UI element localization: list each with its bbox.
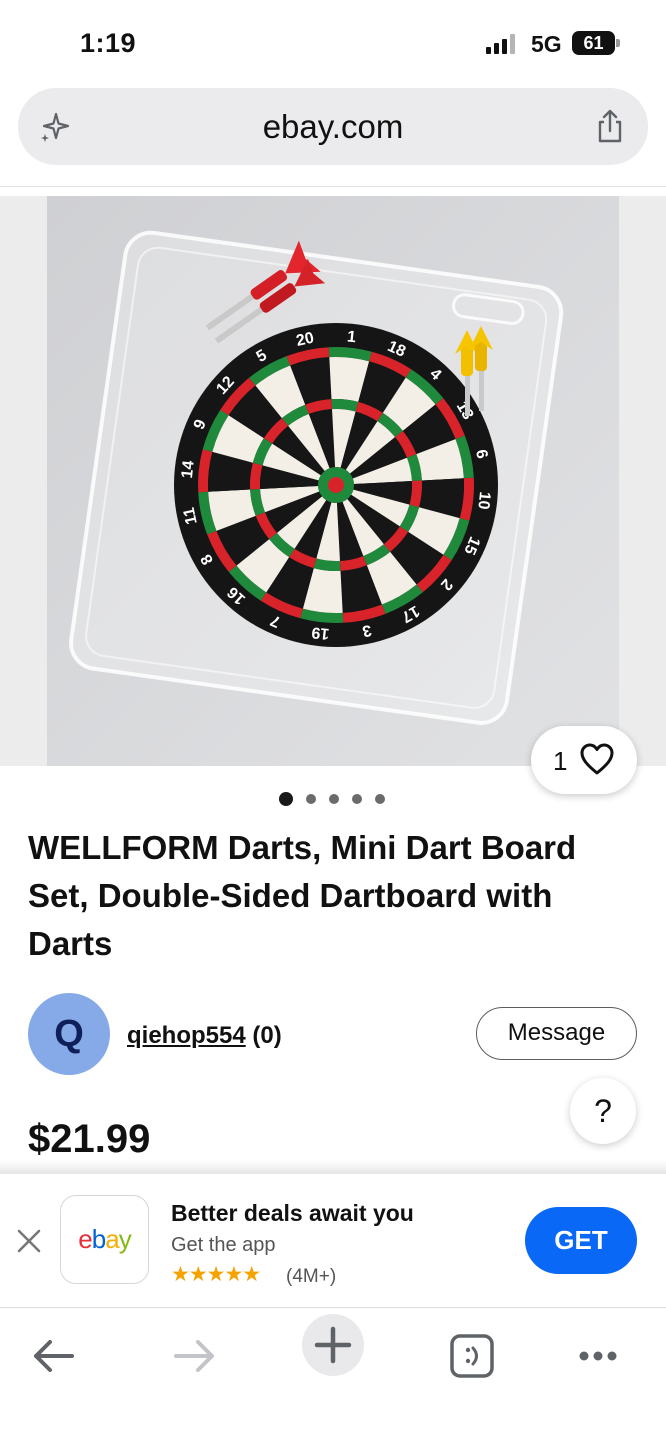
forward-arrow-icon[interactable] — [164, 1326, 224, 1386]
banner-subtitle: Get the app — [171, 1234, 276, 1256]
seller-name-link[interactable]: qiehop554 — [127, 1022, 246, 1049]
address-bar[interactable]: ebay.com — [18, 88, 648, 165]
banner-shadow — [0, 1160, 666, 1174]
heart-icon — [580, 743, 614, 775]
image-gallery[interactable]: 20 1 18 4 13 6 10 15 2 17 3 19 7 16 8 11 14 9 12 5 — [0, 196, 666, 766]
network-label: 5G — [531, 31, 562, 57]
pagination-dot[interactable] — [306, 794, 316, 804]
close-icon[interactable] — [16, 1228, 42, 1254]
pagination-dot[interactable] — [352, 794, 362, 804]
seller-feedback: (0) — [252, 1022, 282, 1049]
board-number: 14 — [179, 460, 198, 480]
status-bar: 1:19 5G 61 — [0, 0, 666, 88]
ebay-logo: ebay — [60, 1195, 149, 1284]
banner-title: Better deals await you — [171, 1200, 414, 1226]
board-number: 10 — [474, 491, 493, 511]
status-time: 1:19 — [80, 28, 137, 58]
help-button[interactable]: ? — [570, 1078, 636, 1144]
battery-cap — [616, 39, 620, 47]
product-image[interactable]: 20 1 18 4 13 6 10 15 2 17 3 19 7 16 8 11 14 9 12 5 — [47, 196, 619, 766]
share-icon[interactable] — [594, 108, 626, 144]
board-number: 11 — [181, 506, 201, 526]
rating-count: (4M+) — [286, 1266, 337, 1287]
bullseye — [328, 477, 344, 493]
browser-toolbar — [0, 1308, 666, 1440]
seller-info: qiehop554 (0) — [127, 1022, 282, 1050]
divider — [0, 186, 666, 187]
rating-stars: ★★★★★ — [171, 1263, 261, 1286]
logo-letter: b — [91, 1224, 107, 1254]
battery-icon: 61 — [572, 31, 620, 55]
signal-icon — [486, 34, 515, 54]
board-number: 20 — [295, 330, 316, 350]
tabs-icon[interactable] — [442, 1326, 502, 1386]
seller-avatar[interactable]: Q — [28, 993, 110, 1075]
watch-button[interactable]: 1 — [531, 726, 637, 794]
listing-title: WELLFORM Darts, Mini Dart Board Set, Dou… — [28, 829, 577, 962]
battery-level: 61 — [572, 31, 615, 55]
dartboard-image: 20 11841361015217319716811149125 — [47, 196, 619, 766]
more-icon[interactable] — [568, 1326, 628, 1386]
back-arrow-icon[interactable] — [24, 1326, 84, 1386]
app-install-banner: ebay Better deals await you Get the app … — [0, 1174, 666, 1308]
new-tab-plus-icon[interactable] — [303, 1315, 363, 1375]
url-text[interactable]: ebay.com — [18, 108, 648, 146]
board-number: 19 — [311, 623, 331, 642]
board-number: 1 — [346, 328, 357, 346]
pagination-dot[interactable] — [375, 794, 385, 804]
message-button[interactable]: Message — [476, 1007, 637, 1060]
logo-letter: e — [78, 1224, 93, 1254]
price: $21.99 — [28, 1117, 151, 1161]
watch-count: 1 — [553, 746, 568, 776]
logo-letter: a — [105, 1224, 120, 1254]
pagination-dot[interactable] — [329, 794, 339, 804]
logo-letter: y — [118, 1224, 132, 1254]
get-app-button[interactable]: GET — [525, 1207, 637, 1274]
pagination-dot[interactable] — [279, 792, 293, 806]
